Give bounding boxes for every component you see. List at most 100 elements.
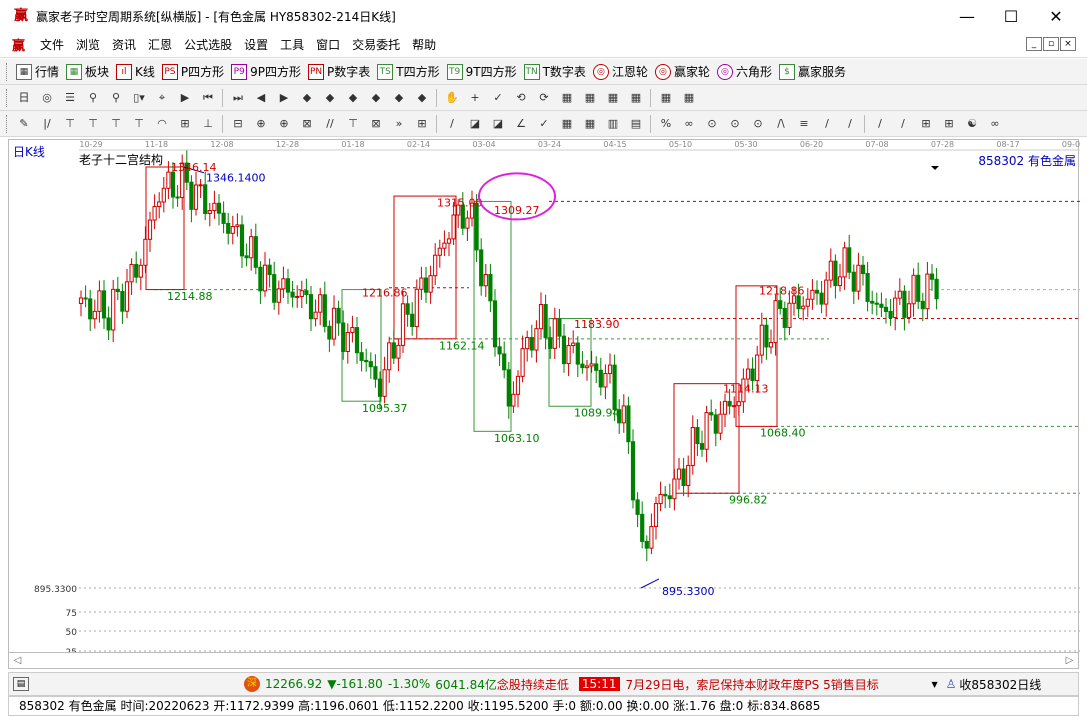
- draw-tool-12-icon[interactable]: ⊠: [299, 116, 315, 132]
- chart-tool-14-icon[interactable]: ◆: [345, 90, 361, 106]
- draw-tool-40-icon[interactable]: ☯: [964, 116, 980, 132]
- draw-tool-17-icon[interactable]: ⊞: [414, 116, 430, 132]
- draw-tool-37-icon[interactable]: /: [895, 116, 911, 132]
- chart-tool-5-icon[interactable]: ▯▾: [131, 90, 147, 106]
- draw-tool-28-icon[interactable]: ∞: [681, 116, 697, 132]
- draw-tool-15-icon[interactable]: ⊠: [368, 116, 384, 132]
- draw-tool-11-icon[interactable]: ⊕: [276, 116, 292, 132]
- draw-tool-32-icon[interactable]: /\: [773, 116, 789, 132]
- draw-tool-41-icon[interactable]: ∞: [987, 116, 1003, 132]
- draw-tool-26-icon[interactable]: ▤: [628, 116, 644, 132]
- menu-file[interactable]: 文件: [40, 36, 64, 53]
- toolbar-button-0[interactable]: ▦ 行情: [16, 63, 59, 80]
- kline-chart-panel[interactable]: 10-29 11-18 12-08 12-28 01-18 02-14 03-04 03-24…: [8, 139, 1080, 670]
- draw-tool-22-icon[interactable]: ✓: [536, 116, 552, 132]
- draw-tool-14-icon[interactable]: ⊤: [345, 116, 361, 132]
- chart-tool-28-icon[interactable]: ▦: [681, 90, 697, 106]
- draw-tool-27-icon[interactable]: %: [658, 116, 674, 132]
- chart-tool-16-icon[interactable]: ◆: [391, 90, 407, 106]
- draw-tool-6-icon[interactable]: ◠: [154, 116, 170, 132]
- draw-tool-24-icon[interactable]: ▦: [582, 116, 598, 132]
- chart-tool-27-icon[interactable]: ▦: [658, 90, 674, 106]
- menu-browse[interactable]: 浏览: [76, 36, 100, 53]
- menu-settings[interactable]: 设置: [244, 36, 268, 53]
- kline-chart[interactable]: 10-29 11-18 12-08 12-28 01-18 02-14 03-04 03-24…: [9, 140, 1080, 670]
- draw-tool-36-icon[interactable]: /: [872, 116, 888, 132]
- chart-tool-4-icon[interactable]: ⚲: [108, 90, 124, 106]
- scroll-right-icon[interactable]: ▷: [1061, 653, 1078, 668]
- toolbar-button-5[interactable]: PN P数字表: [308, 63, 370, 80]
- menu-huien[interactable]: 汇恩: [148, 36, 172, 53]
- chart-tool-6-icon[interactable]: ⌖: [154, 90, 170, 106]
- toolbar-button-3[interactable]: PS P四方形: [161, 63, 224, 80]
- toolbar-button-6[interactable]: TS T四方形: [377, 63, 440, 80]
- chart-tool-18-icon[interactable]: ✋: [444, 90, 460, 106]
- draw-tool-31-icon[interactable]: ⊙: [750, 116, 766, 132]
- draw-tool-20-icon[interactable]: ◪: [490, 116, 506, 132]
- toolbar-button-7[interactable]: T9 9T四方形: [446, 63, 517, 80]
- toolbar-button-1[interactable]: ▦ 板块: [66, 63, 109, 80]
- draw-tool-16-icon[interactable]: »: [391, 116, 407, 132]
- maximize-button[interactable]: ☐: [988, 0, 1034, 32]
- chart-tool-24-icon[interactable]: ▦: [582, 90, 598, 106]
- draw-tool-19-icon[interactable]: ◪: [467, 116, 483, 132]
- menu-help[interactable]: 帮助: [412, 36, 436, 53]
- draw-tool-34-icon[interactable]: /: [819, 116, 835, 132]
- draw-tool-21-icon[interactable]: ∠: [513, 116, 529, 132]
- menu-tools[interactable]: 工具: [280, 36, 304, 53]
- draw-tool-10-icon[interactable]: ⊕: [253, 116, 269, 132]
- chart-tool-3-icon[interactable]: ⚲: [85, 90, 101, 106]
- chart-tool-9-icon[interactable]: ⏭: [230, 90, 246, 106]
- chart-tool-12-icon[interactable]: ◆: [299, 90, 315, 106]
- chart-tool-7-icon[interactable]: ▶: [177, 90, 193, 106]
- toolbar-button-8[interactable]: TN T数字表: [523, 63, 586, 80]
- draw-tool-7-icon[interactable]: ⊞: [177, 116, 193, 132]
- chart-horizontal-scrollbar[interactable]: ◁ ▷: [8, 652, 1079, 669]
- draw-tool-25-icon[interactable]: ▥: [605, 116, 621, 132]
- chart-tool-19-icon[interactable]: +: [467, 90, 483, 106]
- draw-tool-9-icon[interactable]: ⊟: [230, 116, 246, 132]
- chart-tool-20-icon[interactable]: ✓: [490, 90, 506, 106]
- chart-tool-26-icon[interactable]: ▦: [628, 90, 644, 106]
- draw-tool-4-icon[interactable]: ⊤: [108, 116, 124, 132]
- chart-tool-8-icon[interactable]: ⏮: [200, 90, 216, 106]
- chart-tool-2-icon[interactable]: ☰: [62, 90, 78, 106]
- draw-tool-18-icon[interactable]: /: [444, 116, 460, 132]
- draw-tool-3-icon[interactable]: ⊤: [85, 116, 101, 132]
- menu-trade[interactable]: 交易委托: [352, 36, 400, 53]
- draw-tool-38-icon[interactable]: ⊞: [918, 116, 934, 132]
- chart-tool-21-icon[interactable]: ⟲: [513, 90, 529, 106]
- chart-tool-15-icon[interactable]: ◆: [368, 90, 384, 106]
- close-button[interactable]: ✕: [1033, 0, 1079, 32]
- draw-tool-23-icon[interactable]: ▦: [559, 116, 575, 132]
- draw-tool-13-icon[interactable]: //: [322, 116, 338, 132]
- chart-tool-0-icon[interactable]: 日▾: [16, 90, 32, 111]
- draw-tool-30-icon[interactable]: ⊙: [727, 116, 743, 132]
- mdi-minimize-button[interactable]: _: [1026, 37, 1042, 51]
- draw-tool-8-icon[interactable]: ⊥: [200, 116, 216, 132]
- toolbar-button-2[interactable]: ıl K线: [116, 63, 155, 80]
- mdi-close-button[interactable]: ×: [1060, 37, 1076, 51]
- draw-tool-39-icon[interactable]: ⊞: [941, 116, 957, 132]
- draw-tool-5-icon[interactable]: ⊤: [131, 116, 147, 132]
- toolbar-button-12[interactable]: $ 赢家服务: [778, 63, 846, 80]
- minimize-button[interactable]: —: [944, 0, 990, 32]
- menu-window[interactable]: 窗口: [316, 36, 340, 53]
- draw-tool-33-icon[interactable]: ≡: [796, 116, 812, 132]
- chart-tool-17-icon[interactable]: ◆: [414, 90, 430, 106]
- menu-info[interactable]: 资讯: [112, 36, 136, 53]
- menu-formula[interactable]: 公式选股: [184, 36, 232, 53]
- chart-tool-23-icon[interactable]: ▦: [559, 90, 575, 106]
- mdi-restore-button[interactable]: ▫: [1043, 37, 1059, 51]
- draw-tool-35-icon[interactable]: /: [842, 116, 858, 132]
- scroll-left-icon[interactable]: ◁: [9, 653, 26, 668]
- draw-tool-1-icon[interactable]: |/: [39, 116, 55, 132]
- draw-tool-0-icon[interactable]: ✎: [16, 116, 32, 132]
- status-menu-icon[interactable]: ▤: [13, 677, 29, 691]
- news-ticker-prefix[interactable]: 念股持续走低: [497, 676, 569, 693]
- draw-tool-2-icon[interactable]: ⊤: [62, 116, 78, 132]
- chart-tool-22-icon[interactable]: ⟳: [536, 90, 552, 106]
- toolbar-button-10[interactable]: ◎ 赢家轮: [654, 63, 710, 80]
- chart-tool-13-icon[interactable]: ◆: [322, 90, 338, 106]
- chart-tool-10-icon[interactable]: ◀: [253, 90, 269, 106]
